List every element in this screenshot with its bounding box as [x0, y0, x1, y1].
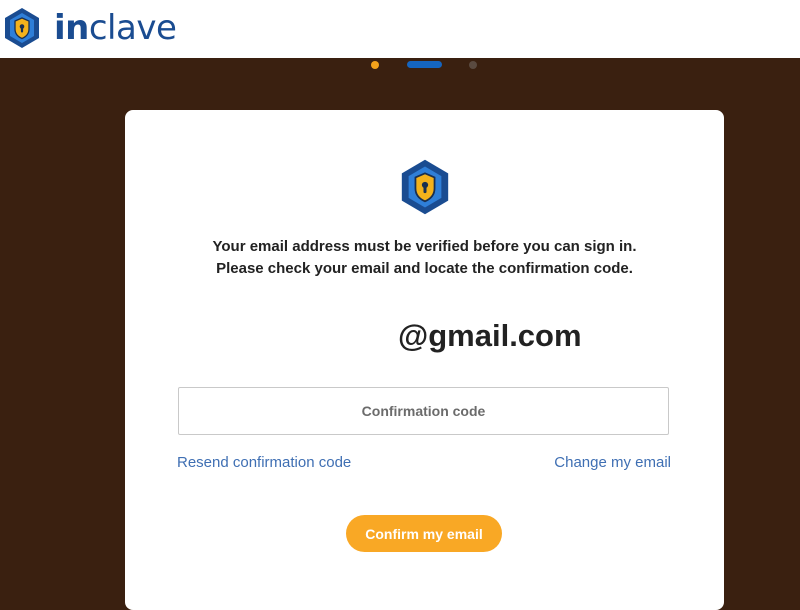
verification-card: Your email address must be verified befo…	[125, 110, 724, 610]
change-email-link[interactable]: Change my email	[554, 454, 671, 471]
step-indicator-1	[371, 61, 379, 69]
step-indicator-2-active	[407, 61, 442, 68]
progress-steps	[0, 61, 800, 69]
brand-logo[interactable]: inclave	[0, 6, 177, 50]
brand-name-suffix: clave	[88, 8, 177, 48]
email-address: @gmail.com	[398, 318, 582, 353]
message-line-1: Your email address must be verified befo…	[212, 238, 637, 255]
shield-lock-icon	[0, 6, 44, 50]
confirm-email-button[interactable]: Confirm my email	[346, 515, 502, 552]
brand-name: inclave	[54, 8, 177, 48]
step-indicator-3	[469, 61, 477, 69]
app-header: inclave	[0, 0, 800, 58]
message-line-2: Please check your email and locate the c…	[216, 260, 633, 277]
shield-lock-icon	[395, 157, 455, 221]
brand-name-prefix: in	[54, 8, 89, 48]
confirmation-code-input[interactable]	[178, 387, 669, 435]
verification-message: Your email address must be verified befo…	[125, 236, 724, 280]
resend-code-link[interactable]: Resend confirmation code	[177, 454, 351, 471]
